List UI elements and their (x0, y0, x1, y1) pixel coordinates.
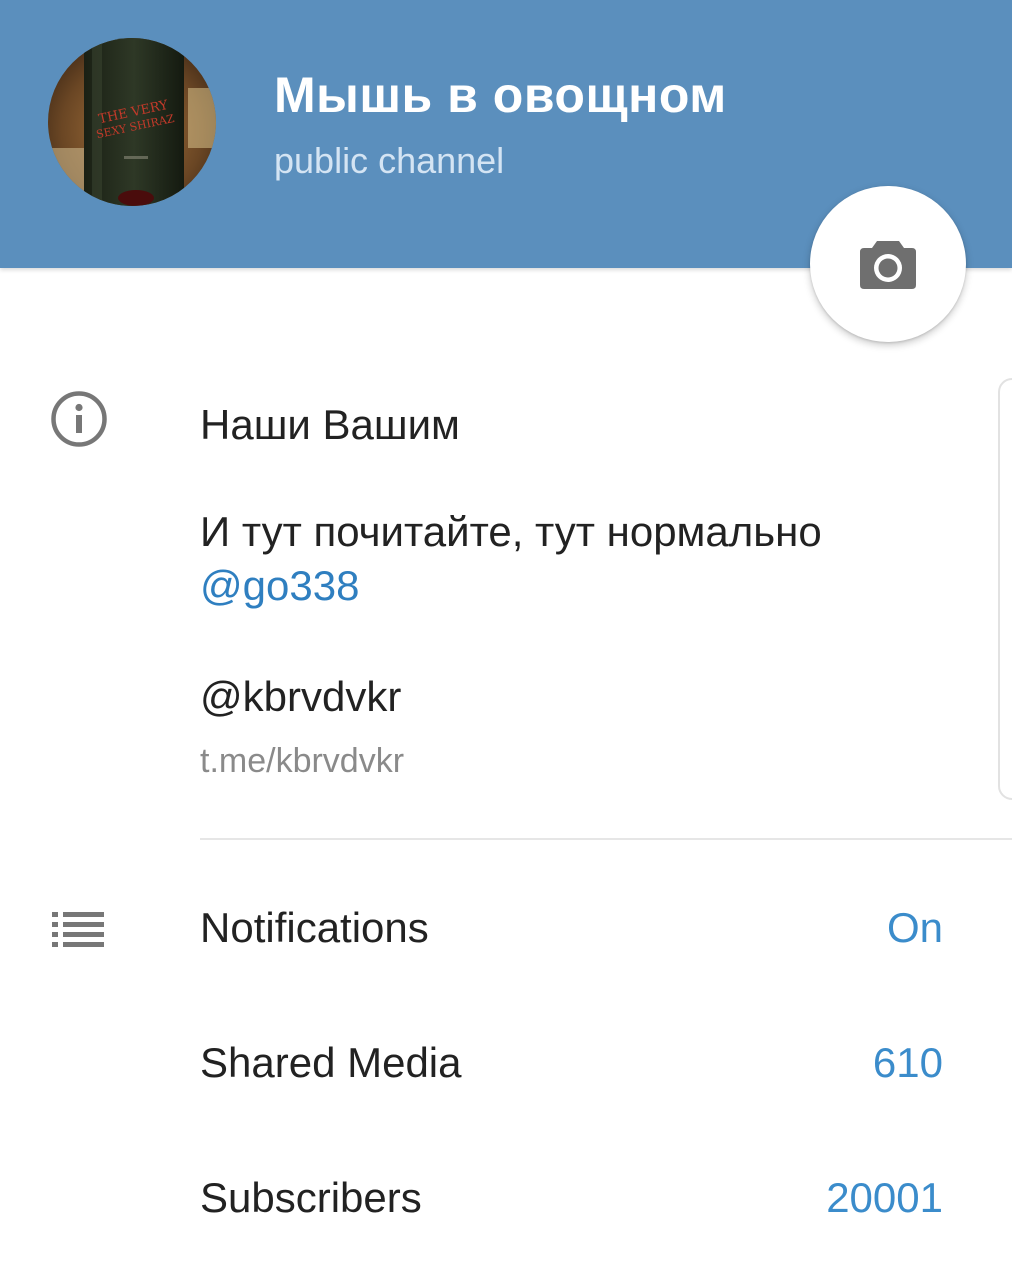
channel-avatar[interactable]: THE VERY SEXY SHIRAZ (48, 38, 216, 206)
notifications-label: Notifications (200, 904, 429, 951)
shared-media-label: Shared Media (200, 1039, 462, 1086)
channel-subtitle: public channel (274, 140, 505, 181)
set-photo-button[interactable] (810, 186, 966, 342)
info-icon (50, 390, 108, 448)
channel-link[interactable]: t.me/kbrvdvkr (200, 742, 404, 781)
channel-name-text: Наши Вашим (200, 401, 460, 448)
subscribers-value: 20001 (826, 1174, 943, 1221)
channel-description: И тут почитайте, тут нормально @go338 (200, 505, 822, 613)
avatar-image: THE VERY SEXY SHIRAZ (48, 38, 216, 206)
section-divider (200, 838, 1012, 840)
list-icon (52, 912, 106, 948)
channel-title: Мышь в овощном (274, 67, 727, 123)
notifications-value: On (886, 904, 943, 951)
description-link[interactable]: @go338 (200, 559, 822, 613)
scroll-indicator (998, 378, 1012, 800)
description-text: И тут почитайте, тут нормально (200, 508, 822, 555)
subscribers-label: Subscribers (200, 1174, 422, 1221)
channel-info-screen: THE VERY SEXY SHIRAZ Мышь в овощном publ… (0, 0, 1012, 1280)
shared-media-value: 610 (872, 1039, 943, 1086)
channel-username[interactable]: @kbrvdvkr (200, 670, 401, 724)
camera-icon (860, 241, 916, 289)
